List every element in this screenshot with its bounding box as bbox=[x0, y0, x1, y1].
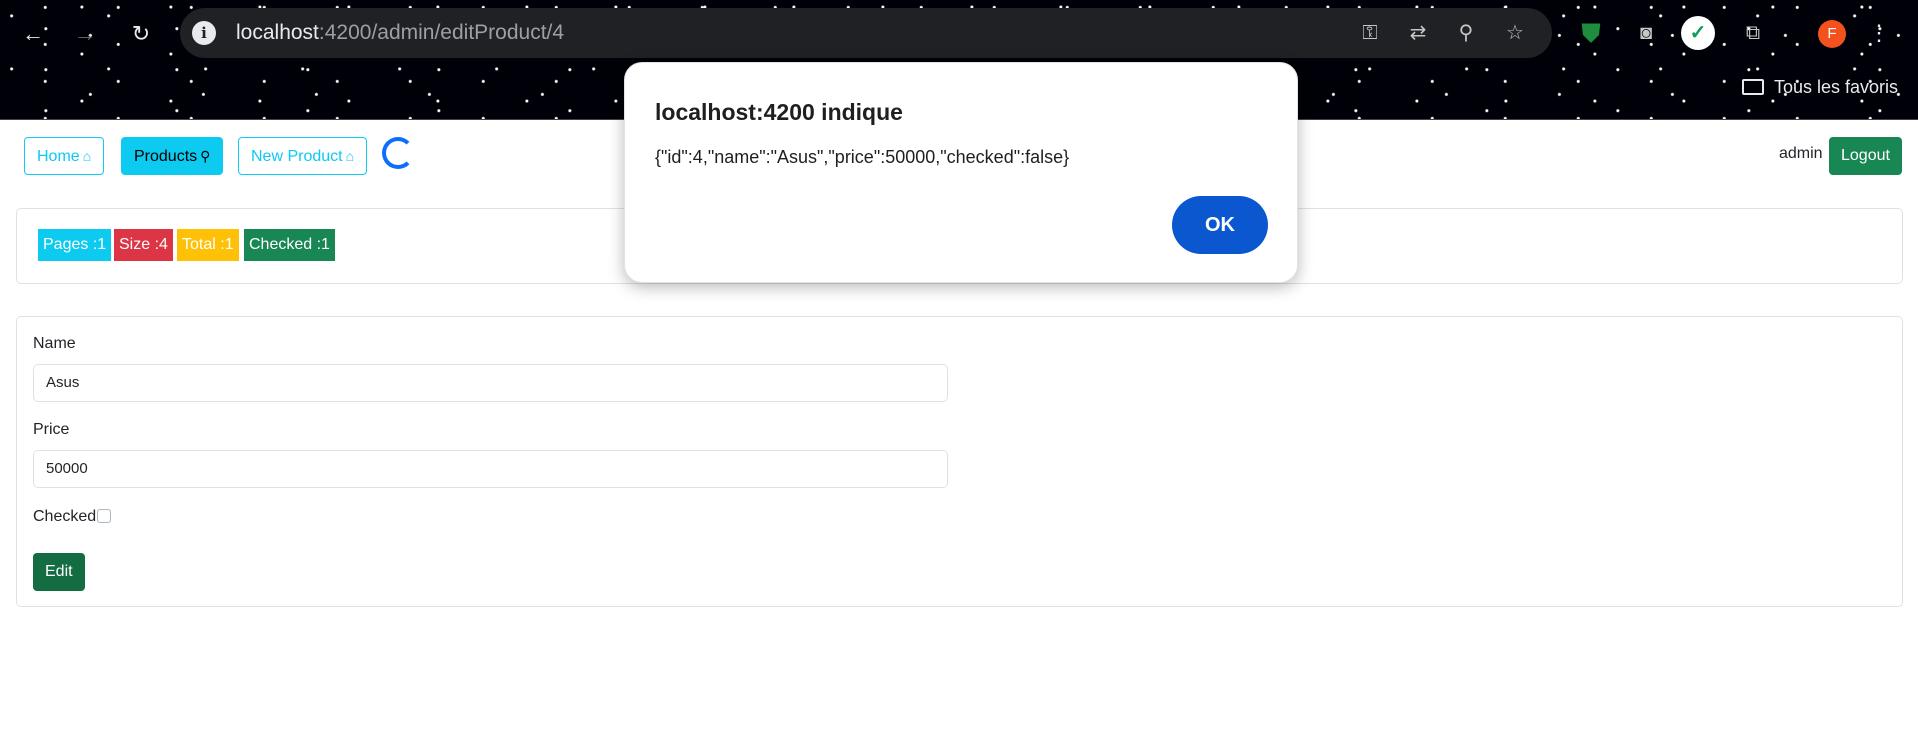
alert-dialog: localhost:4200 indique {"id":4,"name":"A… bbox=[624, 62, 1298, 283]
alert-ok-button[interactable]: OK bbox=[1172, 196, 1268, 254]
alert-message: {"id":4,"name":"Asus","price":50000,"che… bbox=[655, 147, 1070, 167]
alert-title: localhost:4200 indique bbox=[655, 99, 903, 125]
dialog-overlay: localhost:4200 indique {"id":4,"name":"A… bbox=[0, 0, 1918, 747]
